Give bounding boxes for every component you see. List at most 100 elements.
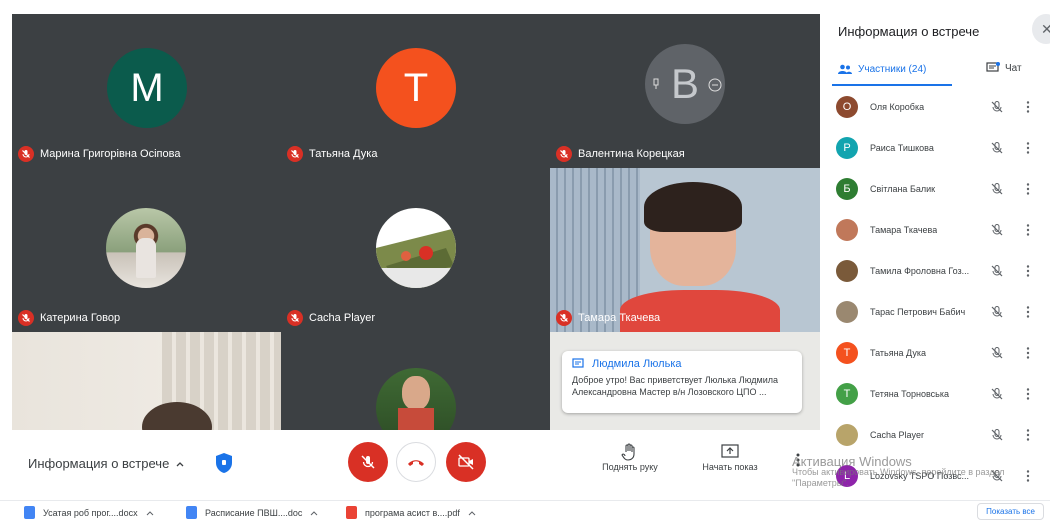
more-options-icon[interactable] xyxy=(1026,346,1030,360)
meeting-info-label: Информация о встрече xyxy=(28,456,170,471)
close-panel-button[interactable]: ✕ xyxy=(1032,14,1050,44)
participant-list: О Оля Коробка Р Раиса Тишкова Б Світлана Бали… xyxy=(820,86,1050,496)
download-item[interactable]: Усатая роб прог....docx xyxy=(24,506,154,519)
remove-icon[interactable] xyxy=(708,78,722,92)
shield-icon[interactable] xyxy=(214,452,234,474)
participant-row[interactable]: О Оля Коробка xyxy=(820,86,1050,127)
participant-name: Раиса Тишкова xyxy=(870,142,934,153)
mic-off-icon xyxy=(18,310,34,326)
mic-off-icon[interactable] xyxy=(990,346,1004,360)
mic-off-icon[interactable] xyxy=(990,182,1004,196)
participant-tile[interactable] xyxy=(281,332,550,430)
meeting-info-toggle[interactable]: Информация о встрече xyxy=(28,456,185,471)
chevron-up-icon[interactable] xyxy=(146,510,154,516)
participant-name: Тетяна Торновська xyxy=(870,388,949,399)
more-options-icon[interactable] xyxy=(1026,469,1030,483)
download-filename: програма асист в....pdf xyxy=(365,507,460,518)
participant-tile[interactable]: T Татьяна Дука xyxy=(281,14,550,168)
tab-chat[interactable]: Чат xyxy=(986,62,1022,74)
mic-off-icon[interactable] xyxy=(990,264,1004,278)
pdf-file-icon xyxy=(346,506,357,519)
participant-avatar xyxy=(836,423,858,446)
participant-name-label: Тамара Ткачева xyxy=(556,310,660,326)
mic-off-icon[interactable] xyxy=(990,305,1004,319)
participant-name: Cacha Player xyxy=(309,312,376,324)
present-screen-icon[interactable] xyxy=(720,442,740,462)
participant-video[interactable]: Тамара Ткачева xyxy=(550,168,820,332)
participant-tile[interactable]: B Валентина Корецкая xyxy=(550,14,820,168)
download-item[interactable]: програма асист в....pdf xyxy=(346,506,476,519)
participant-avatar: Т xyxy=(836,382,858,405)
participant-tile[interactable]: Катерина Говор xyxy=(12,168,281,332)
download-item[interactable]: Расписание ПВШ....doc xyxy=(186,506,318,519)
chat-notification-header: Людмила Люлька xyxy=(572,358,792,370)
chat-sender: Людмила Люлька xyxy=(592,358,682,370)
participant-row[interactable]: Cacha Player xyxy=(820,414,1050,455)
chat-icon xyxy=(572,358,584,368)
participant-tile[interactable]: M Марина Григорівна Осіпова xyxy=(12,14,281,168)
download-filename: Расписание ПВШ....doc xyxy=(205,507,303,518)
participant-name: Татьяна Дука xyxy=(870,347,926,358)
mic-off-icon[interactable] xyxy=(990,100,1004,114)
doc-file-icon xyxy=(186,506,197,519)
raise-hand-icon[interactable] xyxy=(620,442,640,462)
mic-off-icon[interactable] xyxy=(990,428,1004,442)
participant-avatar: Б xyxy=(836,177,858,200)
participant-name-label: Татьяна Дука xyxy=(287,146,377,162)
present-label[interactable]: Начать показ xyxy=(690,462,770,472)
leave-call-button[interactable] xyxy=(396,442,436,482)
participant-avatar: Р xyxy=(836,136,858,159)
participant-row[interactable]: Р Раиса Тишкова xyxy=(820,127,1050,168)
participant-row[interactable]: Б Світлана Балик xyxy=(820,168,1050,209)
participant-avatar xyxy=(836,218,858,241)
mic-off-icon[interactable] xyxy=(990,141,1004,155)
chat-tab-label: Чат xyxy=(1005,62,1022,74)
mic-toggle-button[interactable] xyxy=(348,442,388,482)
participant-row[interactable]: Т Тетяна Торновська xyxy=(820,373,1050,414)
more-options-icon[interactable] xyxy=(1026,305,1030,319)
chat-notification[interactable]: Людмила Люлька Доброе утро! Вас приветст… xyxy=(562,351,802,413)
participant-video[interactable] xyxy=(12,332,281,430)
pin-icon[interactable] xyxy=(650,78,662,90)
call-controls-bar: Информация о встрече Поднять руку Начать… xyxy=(12,430,820,500)
mic-off-icon[interactable] xyxy=(990,223,1004,237)
chevron-up-icon[interactable] xyxy=(468,510,476,516)
participant-photo xyxy=(376,208,456,288)
participant-name-label: Валентина Корецкая xyxy=(556,146,685,162)
tab-participants[interactable]: Участники (24) xyxy=(838,64,926,75)
participant-photo xyxy=(106,208,186,288)
participant-row[interactable]: Т Татьяна Дука xyxy=(820,332,1050,373)
participant-row[interactable]: Тарас Петрович Бабич xyxy=(820,291,1050,332)
participant-name: Татьяна Дука xyxy=(309,148,378,160)
raise-hand-label[interactable]: Поднять руку xyxy=(590,462,670,472)
camera-toggle-button[interactable] xyxy=(446,442,486,482)
meeting-details-panel: Информация о встрече ✕ Участники (24) Ча… xyxy=(820,0,1050,500)
participant-name-label: Марина Григорівна Осіпова xyxy=(18,146,180,162)
more-options-icon[interactable] xyxy=(1026,182,1030,196)
doc-file-icon xyxy=(24,506,35,519)
participant-tile[interactable]: Cacha Player xyxy=(281,168,550,332)
more-options-icon[interactable] xyxy=(1026,141,1030,155)
mic-off-icon xyxy=(556,310,572,326)
download-filename: Усатая роб прог....docx xyxy=(43,507,138,518)
participant-row[interactable]: Тамила Фроловна Гоз... xyxy=(820,250,1050,291)
people-icon xyxy=(838,64,852,74)
chat-icon xyxy=(986,62,1000,72)
participant-avatar: M xyxy=(107,48,187,128)
close-icon: ✕ xyxy=(1041,20,1050,37)
more-options-icon[interactable] xyxy=(1026,387,1030,401)
more-options-icon[interactable] xyxy=(1026,100,1030,114)
more-options-icon[interactable] xyxy=(1026,223,1030,237)
participant-name: Тамила Фроловна Гоз... xyxy=(870,265,970,276)
chevron-up-icon[interactable] xyxy=(310,510,318,516)
participant-name: Тамара Ткачева xyxy=(870,224,938,235)
chat-message: Доброе утро! Вас приветствует Люлька Люд… xyxy=(572,375,778,397)
download-shelf: Усатая роб прог....docx Расписание ПВШ..… xyxy=(0,500,1050,524)
mic-off-icon[interactable] xyxy=(990,387,1004,401)
mic-off-icon xyxy=(287,146,303,162)
more-options-icon[interactable] xyxy=(1026,264,1030,278)
show-all-downloads-button[interactable]: Показать все xyxy=(977,503,1044,520)
participant-row[interactable]: Тамара Ткачева xyxy=(820,209,1050,250)
camera-off-icon xyxy=(458,454,474,470)
more-options-icon[interactable] xyxy=(1026,428,1030,442)
